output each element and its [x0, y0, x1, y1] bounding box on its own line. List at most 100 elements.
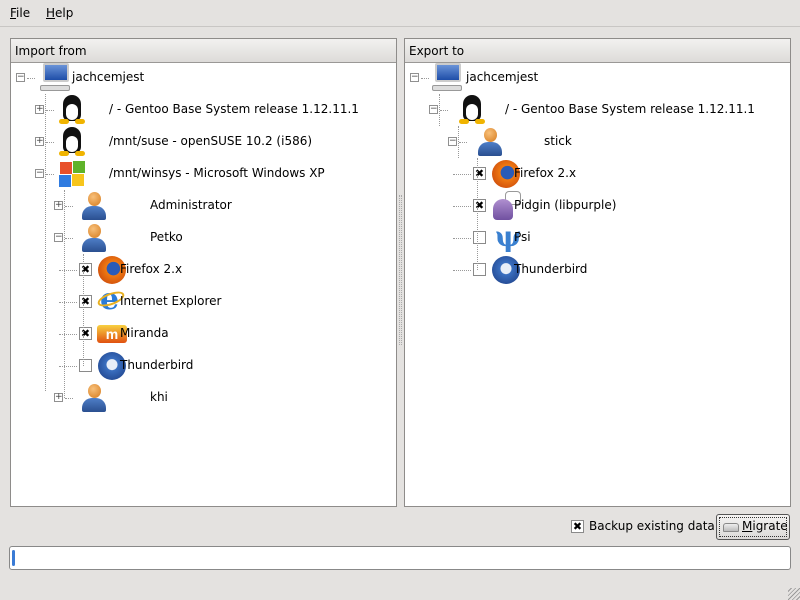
tree-item-label: Administrator — [150, 198, 232, 212]
migrate-label: Migrate — [742, 519, 788, 533]
user-icon — [79, 223, 109, 253]
tree-row[interactable]: − / - Gentoo Base System release 1.12.11.… — [405, 94, 790, 126]
item-checkbox[interactable]: ✖ — [79, 263, 92, 276]
progress-fill — [12, 550, 15, 566]
tree-row[interactable]: Thunderbird — [11, 350, 396, 382]
item-checkbox[interactable]: ✖ — [79, 295, 92, 308]
item-checkbox[interactable]: ✖ — [473, 167, 486, 180]
tree-row[interactable]: − jachcemjest — [11, 62, 396, 94]
export-tree[interactable]: Export to − jachcemjest − / - Gentoo Base S… — [404, 38, 791, 507]
item-checkbox[interactable]: ✖ — [473, 199, 486, 212]
tree-connector — [453, 238, 471, 239]
tree-item-label: jachcemjest — [466, 70, 539, 84]
menu-file[interactable]: File — [10, 6, 30, 20]
tree-connector — [453, 206, 471, 207]
tree-row[interactable]: ✖ Firefox 2.x — [11, 254, 396, 286]
tree-connector — [453, 270, 471, 271]
tree-connector — [477, 158, 478, 270]
user-icon — [475, 127, 505, 157]
tree-row[interactable]: ψ Psi — [405, 221, 790, 254]
tree-connector — [453, 174, 471, 175]
windows-icon — [57, 159, 87, 189]
tree-item-label: khi — [150, 390, 168, 404]
splitter-handle[interactable] — [399, 195, 402, 345]
tux-icon — [457, 95, 487, 125]
tree-connector — [458, 126, 459, 158]
drive-icon — [723, 523, 739, 532]
collapse-icon[interactable]: − — [54, 233, 63, 242]
tree-item-label: Thunderbird — [514, 262, 588, 276]
tux-icon — [57, 127, 87, 157]
collapse-icon[interactable]: − — [410, 73, 419, 82]
computer-icon — [432, 63, 462, 93]
collapse-icon[interactable]: − — [448, 137, 457, 146]
tree-item-label: stick — [544, 134, 572, 148]
user-icon — [79, 383, 109, 413]
tree-item-label: Pidgin (libpurple) — [514, 198, 617, 212]
item-checkbox[interactable] — [79, 359, 92, 372]
tree-row[interactable]: + Administrator — [11, 190, 396, 222]
tree-item-label: /mnt/winsys - Microsoft Windows XP — [109, 166, 325, 180]
tree-connector — [459, 142, 467, 143]
tree-connector — [83, 254, 84, 366]
resize-grip[interactable] — [788, 588, 800, 600]
collapse-icon[interactable]: − — [35, 169, 44, 178]
item-checkbox[interactable] — [473, 231, 486, 244]
expand-icon[interactable]: + — [35, 137, 44, 146]
export-header[interactable]: Export to — [405, 39, 790, 63]
tree-row[interactable]: ✖ m Miranda — [11, 318, 396, 350]
tree-connector — [59, 334, 77, 335]
tree-row[interactable]: Thunderbird — [405, 254, 790, 286]
backup-check-box[interactable]: ✖ — [571, 520, 584, 533]
tree-item-label: /mnt/suse - openSUSE 10.2 (i586) — [109, 134, 313, 148]
tree-row[interactable]: − stick — [405, 126, 790, 158]
tree-row[interactable]: − /mnt/winsys - Microsoft Windows XP — [11, 158, 396, 190]
import-header[interactable]: Import from — [11, 39, 396, 63]
import-tree[interactable]: Import from − jachcemjest + / - Gentoo Base… — [10, 38, 397, 507]
tree-item-label: Firefox 2.x — [514, 166, 577, 180]
collapse-icon[interactable]: − — [429, 105, 438, 114]
item-checkbox[interactable] — [473, 263, 486, 276]
tree-connector — [27, 78, 35, 79]
tree-item-label: Internet Explorer — [120, 294, 222, 308]
expand-icon[interactable]: + — [35, 105, 44, 114]
computer-icon — [40, 63, 70, 93]
item-checkbox[interactable]: ✖ — [79, 327, 92, 340]
tux-icon — [57, 95, 87, 125]
tree-connector — [421, 78, 429, 79]
tree-item-label: Thunderbird — [120, 358, 194, 372]
tree-connector — [45, 94, 46, 391]
menu-help[interactable]: Help — [46, 6, 73, 20]
user-icon — [79, 191, 109, 221]
collapse-icon[interactable]: − — [16, 73, 25, 82]
tree-connector — [46, 174, 54, 175]
tree-item-label: / - Gentoo Base System release 1.12.11.1 — [505, 102, 755, 116]
progress-bar — [9, 546, 791, 570]
tree-row[interactable]: ✖ Pidgin (libpurple) — [405, 190, 790, 222]
tree-connector — [439, 94, 440, 126]
migrate-button[interactable]: Migrate — [716, 514, 790, 540]
tree-row[interactable]: − jachcemjest — [405, 62, 790, 94]
tree-connector — [46, 110, 54, 111]
tree-connector — [59, 302, 77, 303]
tree-connector — [59, 366, 77, 367]
expand-icon[interactable]: + — [54, 201, 63, 210]
tree-item-label: jachcemjest — [72, 70, 145, 84]
tree-connector — [46, 142, 54, 143]
tree-row[interactable]: ✖ e Internet Explorer — [11, 284, 396, 318]
expand-icon[interactable]: + — [54, 393, 63, 402]
tree-connector — [440, 110, 448, 111]
tree-item-label: / - Gentoo Base System release 1.12.11.1 — [109, 102, 359, 116]
tree-connector — [64, 190, 65, 398]
tree-item-label: Firefox 2.x — [120, 262, 183, 276]
tree-row[interactable]: ✖ Firefox 2.x — [405, 158, 790, 190]
tree-row[interactable]: − Petko — [11, 222, 396, 254]
tree-item-label: Petko — [150, 230, 183, 244]
tree-connector — [65, 238, 73, 239]
tree-row[interactable]: + khi — [11, 382, 396, 414]
tree-item-label: Psi — [514, 230, 531, 244]
tree-row[interactable]: + / - Gentoo Base System release 1.12.11.… — [11, 94, 396, 126]
tree-row[interactable]: + /mnt/suse - openSUSE 10.2 (i586) — [11, 126, 396, 158]
tree-connector — [59, 270, 77, 271]
backup-label: Backup existing data — [589, 519, 715, 533]
